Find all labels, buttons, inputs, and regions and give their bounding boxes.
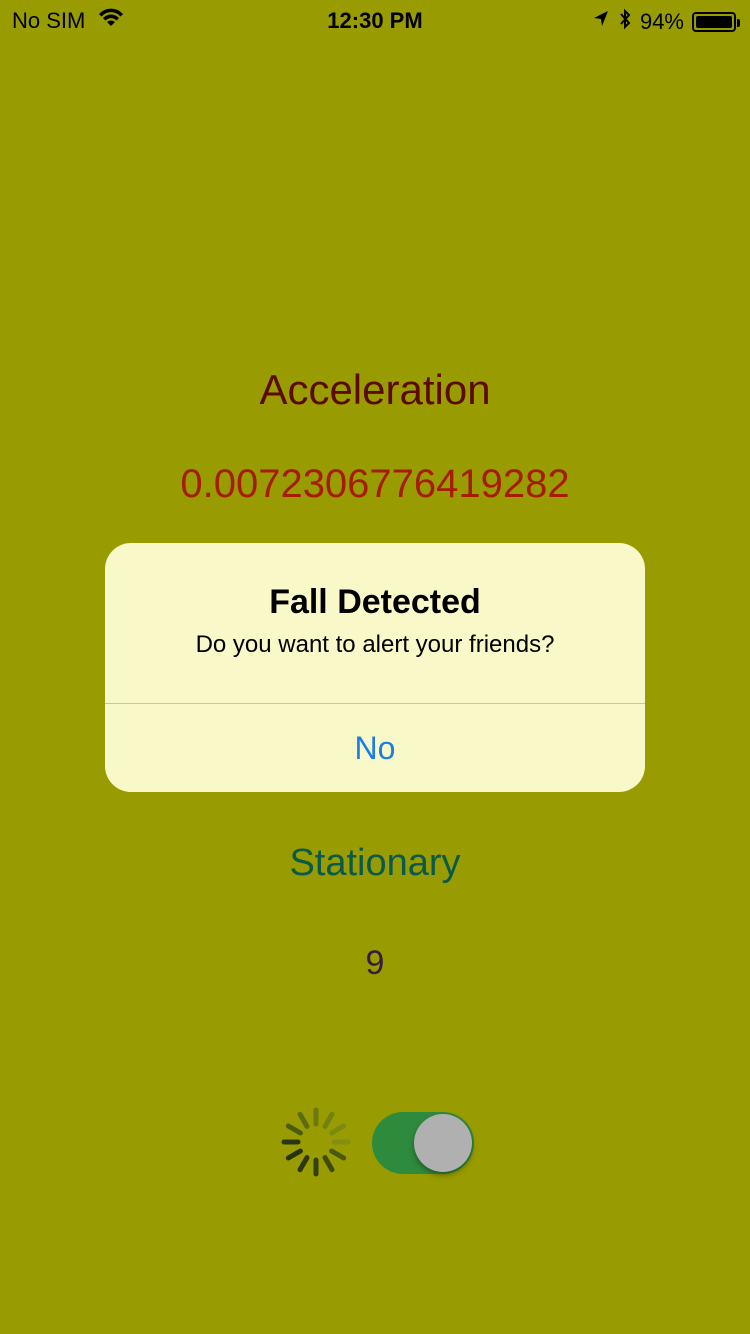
no-button[interactable]: No	[105, 704, 645, 792]
fall-alert-dialog: Fall Detected Do you want to alert your …	[105, 543, 645, 792]
location-arrow-icon	[592, 9, 610, 35]
alert-title: Fall Detected	[269, 583, 481, 621]
battery-icon	[692, 12, 740, 32]
bluetooth-icon	[618, 8, 632, 36]
acceleration-value: 0.0072306776419282	[180, 462, 570, 506]
activity-spinner-icon	[278, 1104, 354, 1180]
controls-row	[278, 1104, 478, 1178]
alert-message: Do you want to alert your friends?	[195, 631, 555, 658]
acceleration-title: Acceleration	[259, 366, 491, 413]
battery-percent: 94%	[639, 9, 684, 34]
status-right: 94%	[592, 8, 740, 36]
status-bar: No SIM 12:30 PM 94%	[0, 0, 750, 40]
toggle-knob	[414, 1114, 472, 1172]
monitoring-toggle[interactable]	[372, 1112, 474, 1174]
motion-state-label: Stationary	[289, 842, 461, 884]
count-value: 9	[365, 944, 385, 982]
